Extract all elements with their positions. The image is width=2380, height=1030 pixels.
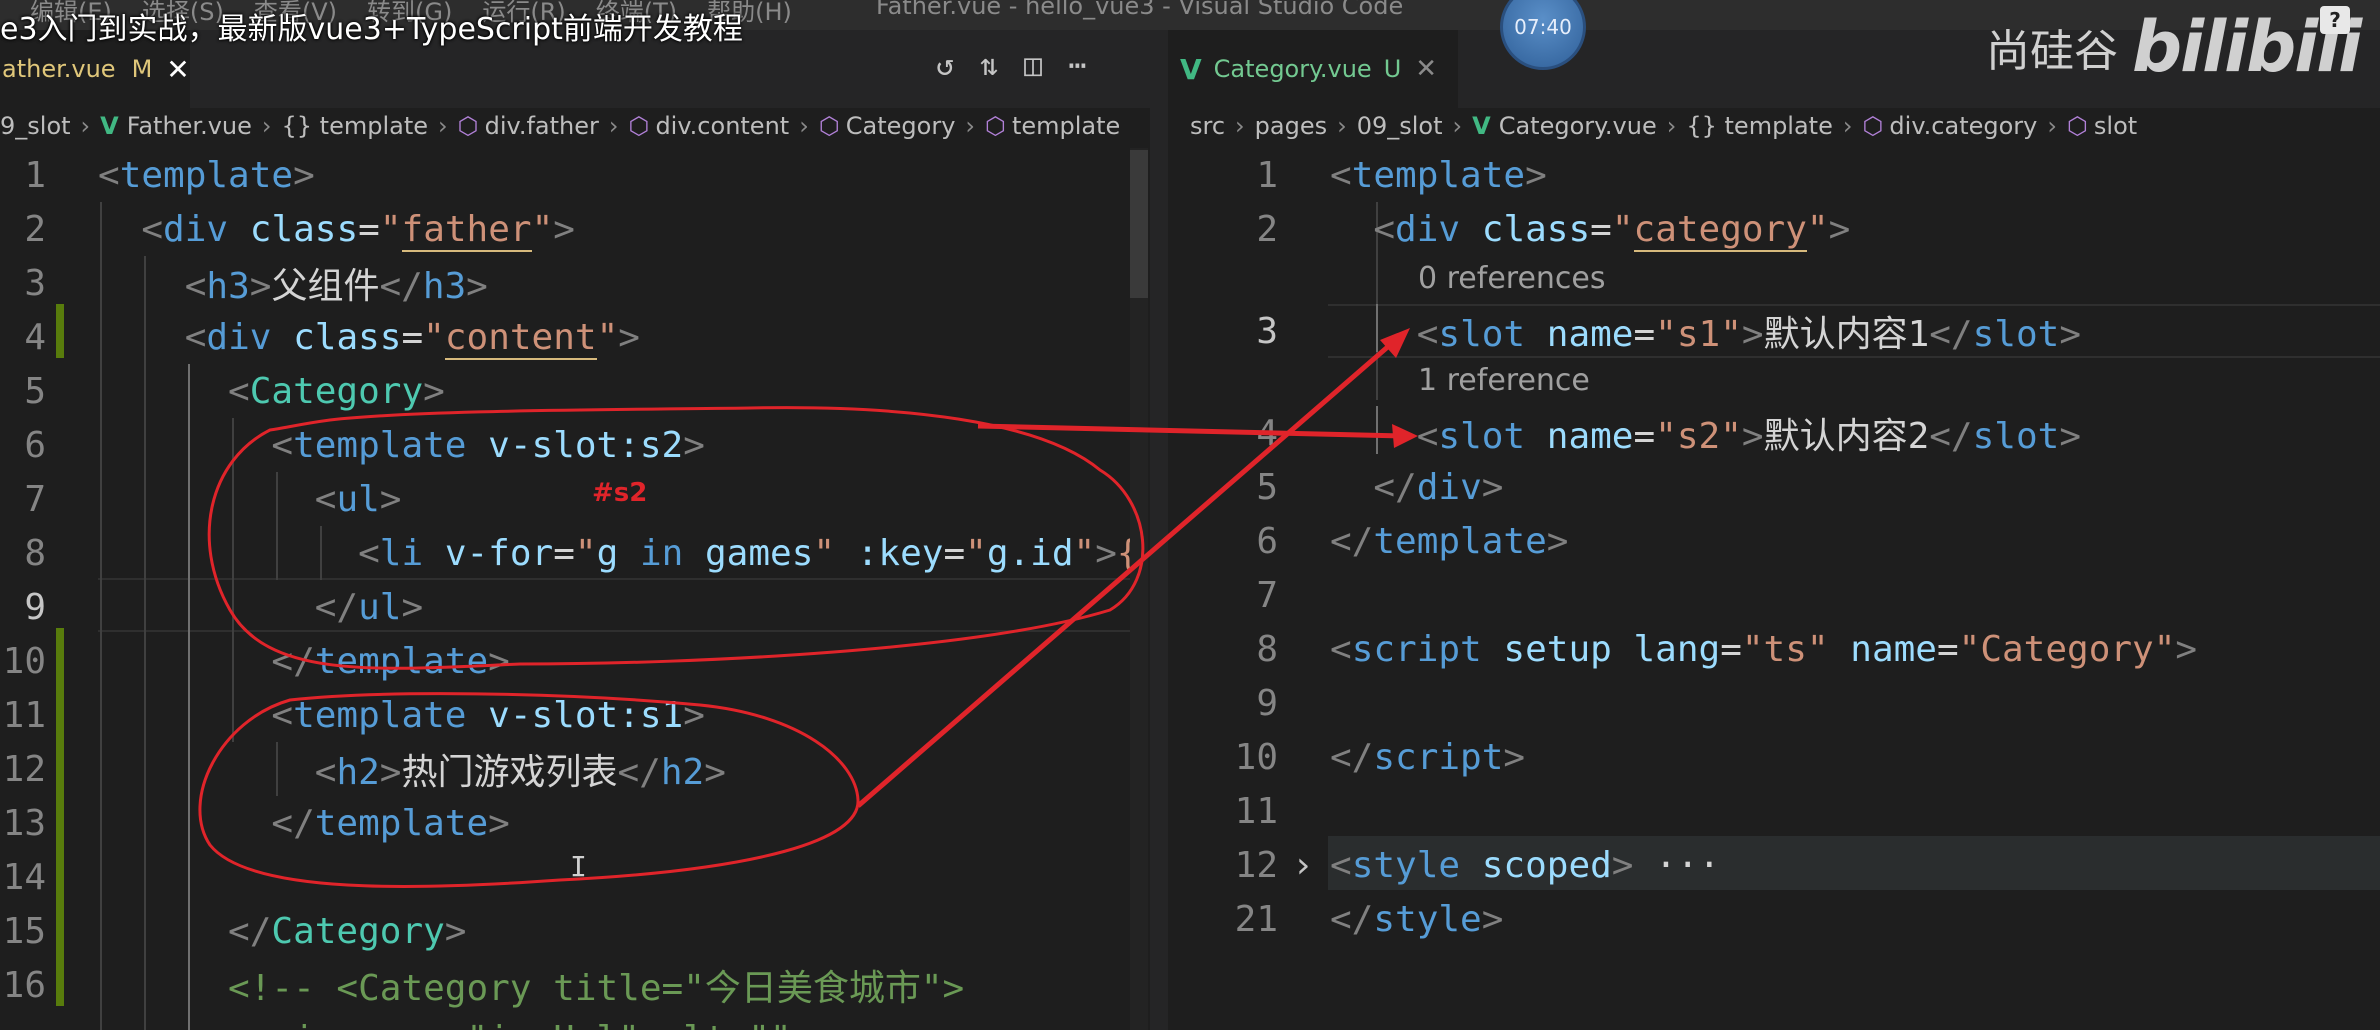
- code-line: 8 <script setup lang="ts" name="Category"…: [1256, 628, 2198, 670]
- editor-split-divider[interactable]: [1150, 30, 1168, 1030]
- video-title-overlay: e3入门到实战，最新版vue3+TypeScript前端开发教程: [0, 12, 743, 47]
- element-icon: ⬡: [457, 112, 479, 140]
- element-icon: ⬡: [818, 112, 840, 140]
- tab-category-vue[interactable]: V Category.vue U ✕: [1168, 30, 1458, 108]
- code-line: 5 <Category>: [24, 370, 445, 412]
- window-title: Father.vue - hello_vue3 - Visual Studio …: [876, 0, 1404, 20]
- code-line: <img src="imgUrl" alt="">: [0, 1012, 1150, 1030]
- editor-father-vue[interactable]: 1 <template> 2 <div class="father"> 3 <h3…: [0, 148, 1150, 1030]
- watermark-logo: 尚硅谷 bilibili: [1986, 6, 2362, 88]
- code-line: 3 <h3>父组件</h3>: [24, 262, 488, 308]
- breadcrumb-item[interactable]: Category.vue: [1499, 112, 1657, 140]
- text-cursor-icon: I: [570, 850, 587, 883]
- scrollbar-thumb[interactable]: [1130, 150, 1148, 298]
- element-icon: ⬡: [628, 112, 650, 140]
- folded-ellipsis[interactable]: ···: [1655, 845, 1720, 886]
- breadcrumb-item[interactable]: {} template: [1686, 112, 1833, 140]
- untracked-badge: U: [1383, 55, 1402, 83]
- codelens-references[interactable]: 1 reference: [1418, 356, 1590, 404]
- vue-file-icon: V: [1472, 112, 1491, 140]
- codelens-references[interactable]: 0 references: [1418, 254, 1606, 302]
- code-line: 12 › <style scoped> ···: [1234, 844, 1721, 886]
- breadcrumb-item[interactable]: template: [1012, 112, 1120, 140]
- breadcrumb-item[interactable]: src: [1190, 112, 1225, 140]
- breadcrumb-left: 9_slot › V Father.vue › {} template › ⬡ div.f…: [0, 112, 1121, 140]
- help-icon[interactable]: ?: [2320, 6, 2350, 34]
- breadcrumb-item[interactable]: Category: [846, 112, 956, 140]
- split-editor-icon[interactable]: ◫: [1024, 48, 1042, 83]
- breadcrumb-item[interactable]: div.father: [485, 112, 599, 140]
- code-line: 8 <li v-for="g in games" :key="g.id">{: [24, 532, 1139, 574]
- close-icon[interactable]: ✕: [1415, 54, 1437, 84]
- editor-actions: ↺ ⇅ ◫ ⋯: [936, 48, 1086, 83]
- code-line: 9 </ul>: [24, 586, 424, 628]
- breadcrumb-item[interactable]: div.category: [1889, 112, 2037, 140]
- code-line: 5 </div>: [1256, 466, 1504, 508]
- source-control-icon[interactable]: ⇅: [980, 48, 998, 83]
- code-line: 13 </template>: [2, 802, 510, 844]
- code-line: 10 </template>: [2, 640, 510, 682]
- breadcrumb-item[interactable]: Father.vue: [127, 112, 252, 140]
- code-line: 2 <div class="father">: [24, 208, 575, 252]
- element-icon: ⬡: [1862, 112, 1884, 140]
- more-actions-icon[interactable]: ⋯: [1068, 48, 1086, 83]
- tab-label: ather.vue: [2, 55, 116, 83]
- code-line: 7: [1256, 574, 1278, 616]
- vue-file-icon: V: [1180, 52, 1202, 86]
- breadcrumb-item[interactable]: pages: [1255, 112, 1327, 140]
- code-line: 2 <div class="category">: [1256, 208, 1851, 252]
- element-icon: ⬡: [2066, 112, 2088, 140]
- code-line: 4 <div class="content">: [24, 316, 640, 360]
- code-line: 1 <template>: [1256, 154, 1547, 196]
- breadcrumb-right: src › pages › 09_slot › V Category.vue › {} t…: [1190, 112, 2138, 140]
- breadcrumb-item[interactable]: 9_slot: [0, 112, 71, 140]
- breadcrumb-item[interactable]: {} template: [282, 112, 429, 140]
- tab-label: Category.vue: [1213, 55, 1372, 83]
- code-line: 11 <template v-slot:s1>: [2, 694, 705, 736]
- code-line: 16 <!-- <Category title="今日美食城市">: [2, 964, 965, 1010]
- code-line: 3 <slot name="s1">默认内容1</slot>: [1256, 310, 2081, 356]
- code-line: 4 <slot name="s2">默认内容2</slot>: [1256, 412, 2081, 458]
- code-line: 11: [1234, 790, 1278, 832]
- fold-chevron-icon[interactable]: ›: [1292, 845, 1330, 886]
- timeline-icon[interactable]: ↺: [936, 48, 954, 83]
- breadcrumb-item[interactable]: slot: [2094, 112, 2137, 140]
- annotation-label: #s2: [592, 478, 648, 508]
- code-line: 6 <template v-slot:s2>: [24, 424, 705, 466]
- code-line: 9: [1256, 682, 1278, 724]
- element-icon: ⬡: [985, 112, 1006, 140]
- editor-category-vue[interactable]: 1 <template> 2 <div class="category"> 0 r…: [1168, 148, 2380, 1030]
- code-line: 6 </template>: [1256, 520, 1569, 562]
- modified-badge: M: [131, 55, 153, 83]
- close-icon[interactable]: ✕: [166, 53, 189, 86]
- code-line: 15 </Category>: [2, 910, 467, 952]
- breadcrumb-item[interactable]: 09_slot: [1357, 112, 1443, 140]
- code-line: 1 <template>: [24, 154, 315, 196]
- code-line: 10 </script>: [1234, 736, 1526, 778]
- code-line: 7 <ul>: [24, 478, 402, 520]
- code-line: 21 </style>: [1234, 898, 1504, 940]
- vue-file-icon: V: [100, 112, 119, 140]
- code-line: 12 <h2>热门游戏列表</h2>: [2, 748, 726, 794]
- breadcrumb-item[interactable]: div.content: [655, 112, 789, 140]
